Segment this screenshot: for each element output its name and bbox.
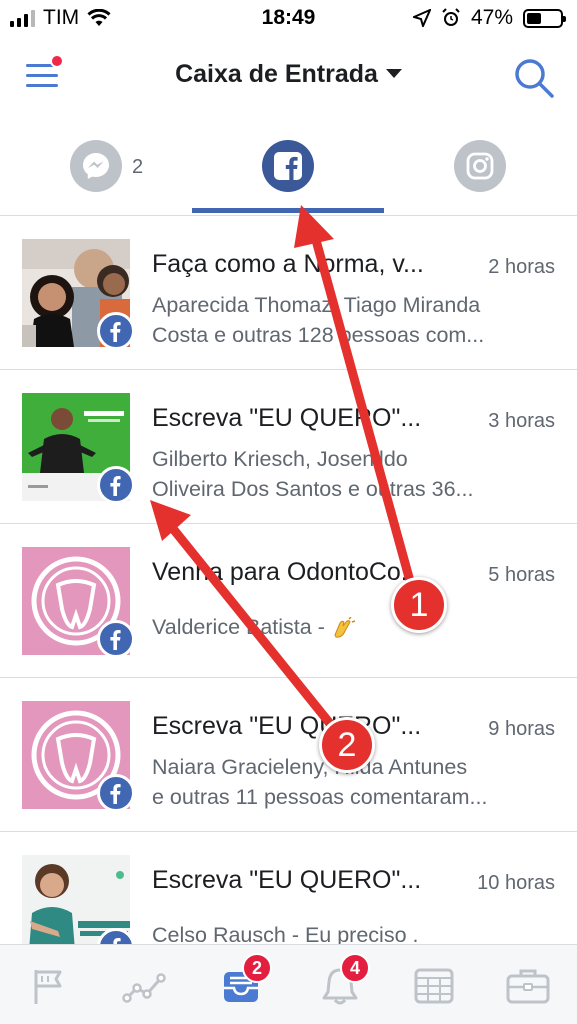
item-time: 5 horas bbox=[488, 564, 555, 586]
facebook-badge-icon bbox=[97, 774, 135, 812]
status-bar: TIM 18:49 47% bbox=[0, 0, 577, 38]
channel-tabs: 2 bbox=[0, 130, 577, 216]
preview-line: Valderice Batista - bbox=[152, 612, 554, 642]
instagram-icon bbox=[466, 152, 494, 180]
tab-instagram[interactable] bbox=[454, 140, 506, 192]
inbox-badge: 2 bbox=[242, 953, 272, 983]
item-title: Escreva "EU QUERO"... bbox=[152, 712, 422, 740]
nav-insights[interactable] bbox=[118, 961, 170, 1011]
page-title: Caixa de Entrada bbox=[175, 60, 378, 88]
caret-down-icon bbox=[385, 68, 402, 78]
app-header: Caixa de Entrada bbox=[0, 40, 577, 112]
tab-messenger[interactable] bbox=[70, 140, 122, 192]
nav-tools[interactable] bbox=[502, 961, 554, 1011]
bottom-tab-bar: 2 4 bbox=[0, 944, 577, 1024]
messenger-icon bbox=[83, 153, 109, 179]
facebook-icon bbox=[274, 152, 302, 180]
location-arrow-icon bbox=[412, 9, 431, 27]
item-time: 10 horas bbox=[477, 872, 555, 894]
annotation-marker-2: 2 bbox=[319, 717, 375, 773]
clapping-hands-emoji-icon bbox=[334, 617, 355, 638]
facebook-badge-icon bbox=[97, 620, 135, 658]
tab-facebook[interactable] bbox=[262, 140, 314, 192]
messenger-count: 2 bbox=[132, 156, 144, 178]
item-preview: Aparecida Thomaz, Tiago Miranda Costa e … bbox=[152, 290, 554, 350]
list-item[interactable]: Escreva "EU QUERO"... 9 horas Naiara Gra… bbox=[0, 678, 577, 832]
battery-icon bbox=[523, 8, 566, 28]
nav-pages[interactable] bbox=[22, 961, 74, 1011]
alarm-icon bbox=[442, 8, 460, 26]
preview-line: Gilberto Kriesch, Josenildo bbox=[152, 447, 408, 471]
facebook-badge-icon bbox=[97, 466, 135, 504]
battery-percent: 47% bbox=[470, 6, 513, 29]
nav-inbox[interactable]: 2 bbox=[216, 953, 272, 1011]
item-title: Escreva "EU QUERO"... bbox=[152, 404, 422, 432]
list-item[interactable]: Venha para OdontoCo... 5 horas Valderice… bbox=[0, 524, 577, 678]
inbox-title-dropdown[interactable]: Caixa de Entrada bbox=[0, 60, 577, 89]
item-time: 3 horas bbox=[488, 410, 555, 432]
preview-line: Oliveira Dos Santos e outras 36... bbox=[152, 477, 474, 501]
preview-line: Costa e outras 128 pessoas com... bbox=[152, 323, 485, 347]
search-icon[interactable] bbox=[512, 56, 556, 100]
conversation-list: Faça como a Norma, v... 2 horas Aparecid… bbox=[0, 216, 577, 986]
preview-line: Aparecida Thomaz, Tiago Miranda bbox=[152, 293, 481, 317]
list-item[interactable]: Escreva "EU QUERO"... 3 horas Gilberto K… bbox=[0, 370, 577, 524]
insights-icon bbox=[122, 973, 166, 1003]
item-time: 9 horas bbox=[488, 718, 555, 740]
status-right: 47% bbox=[412, 6, 566, 30]
preview-text: Valderice Batista - bbox=[152, 615, 331, 639]
briefcase-icon bbox=[506, 969, 550, 1004]
active-tab-indicator bbox=[192, 208, 384, 213]
nav-calendar[interactable] bbox=[408, 961, 460, 1011]
item-title: Escreva "EU QUERO"... bbox=[152, 866, 422, 894]
facebook-badge-icon bbox=[97, 312, 135, 350]
calendar-icon bbox=[414, 968, 454, 1004]
annotation-marker-1: 1 bbox=[391, 577, 447, 633]
item-title: Faça como a Norma, v... bbox=[152, 250, 424, 278]
nav-notifications[interactable]: 4 bbox=[314, 953, 370, 1011]
item-preview: Valderice Batista - bbox=[152, 612, 554, 642]
item-time: 2 horas bbox=[488, 256, 555, 278]
notifications-badge: 4 bbox=[340, 953, 370, 983]
preview-line: e outras 11 pessoas comentaram... bbox=[152, 785, 488, 809]
flag-icon bbox=[34, 970, 62, 1004]
list-item[interactable]: Faça como a Norma, v... 2 horas Aparecid… bbox=[0, 216, 577, 370]
item-preview: Gilberto Kriesch, Josenildo Oliveira Dos… bbox=[152, 444, 554, 504]
